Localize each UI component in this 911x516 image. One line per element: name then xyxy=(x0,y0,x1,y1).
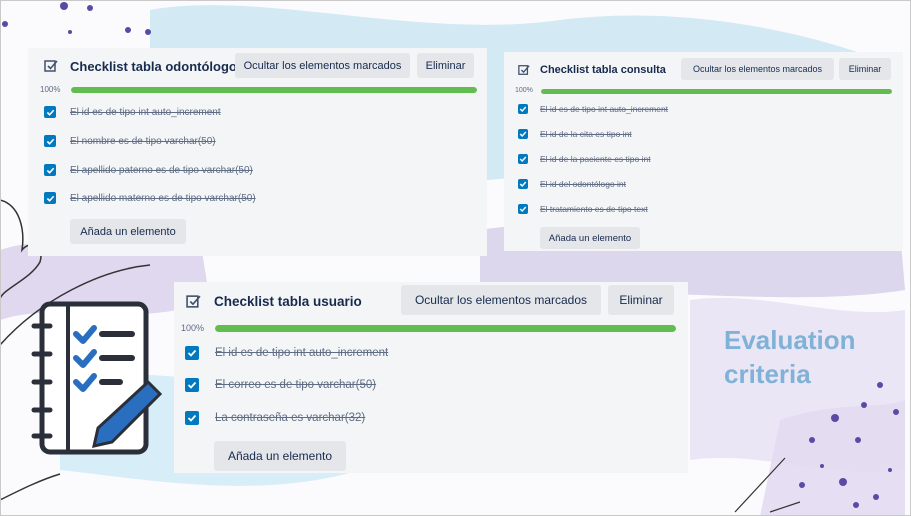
progress-bar xyxy=(215,325,676,332)
checkbox-checked-icon[interactable] xyxy=(518,104,528,114)
checklist-item[interactable]: El nombre es de tipo varchar(50) xyxy=(44,135,216,147)
delete-button[interactable]: Eliminar xyxy=(417,53,474,78)
progress-percent: 100% xyxy=(181,323,205,333)
checkbox-checked-icon[interactable] xyxy=(518,129,528,139)
add-item-button[interactable]: Añada un elemento xyxy=(70,219,186,244)
checklist-item[interactable]: El tratamiento es de tipo text xyxy=(518,204,648,214)
checkbox-checked-icon[interactable] xyxy=(185,346,199,360)
checklist-item[interactable]: El id de la cita es tipo int xyxy=(518,129,632,139)
checkbox-checked-icon[interactable] xyxy=(44,106,56,118)
add-item-button[interactable]: Añada un elemento xyxy=(214,441,346,471)
progress-bar xyxy=(541,89,892,94)
checklist-item-text: El tratamiento es de tipo text xyxy=(540,204,648,214)
checklist-title: Checklist tabla odontólogo xyxy=(70,58,237,74)
checklist-item[interactable]: El id de la paciente es tipo int xyxy=(518,154,651,164)
checkbox-checked-icon[interactable] xyxy=(44,135,56,147)
checklist-item-text: El correo es de tipo varchar(50) xyxy=(215,379,377,391)
progress-percent: 100% xyxy=(40,85,61,94)
checklist-title: Checklist tabla usuario xyxy=(214,293,362,309)
checklist-item[interactable]: El apellido materno es de tipo varchar(5… xyxy=(44,192,256,204)
checkbox-checked-icon[interactable] xyxy=(518,179,528,189)
delete-button[interactable]: Eliminar xyxy=(839,58,891,80)
checkbox-checked-icon[interactable] xyxy=(185,378,199,392)
checklist-title: Checklist tabla consulta xyxy=(540,64,666,76)
checkbox-checked-icon[interactable] xyxy=(518,204,528,214)
add-item-button[interactable]: Añada un elemento xyxy=(540,227,640,249)
checklist-item-text: El id de la paciente es tipo int xyxy=(540,154,651,164)
checklist-item-text: El id de la cita es tipo int xyxy=(540,129,632,139)
checklist-item-text: La contraseña es varchar(32) xyxy=(215,412,366,424)
checklist-item[interactable]: El id del odontólogo int xyxy=(518,179,626,189)
checklist-item-text: El apellido materno es de tipo varchar(5… xyxy=(70,192,256,204)
checklist-icon xyxy=(44,60,58,72)
checklist-card-consulta: Checklist tabla consulta Ocultar los ele… xyxy=(504,52,903,251)
evaluation-line-1: Evaluation xyxy=(724,325,856,355)
delete-button[interactable]: Eliminar xyxy=(608,285,674,315)
checkbox-checked-icon[interactable] xyxy=(185,411,199,425)
checkbox-checked-icon[interactable] xyxy=(44,192,56,204)
checklist-icon xyxy=(518,65,530,75)
checkbox-checked-icon[interactable] xyxy=(44,164,56,176)
checklist-item[interactable]: El correo es de tipo varchar(50) xyxy=(185,378,376,392)
hide-checked-button[interactable]: Ocultar los elementos marcados xyxy=(401,285,601,315)
checklist-card-usuario: Checklist tabla usuario Ocultar los elem… xyxy=(174,282,688,473)
checklist-item-text: El id es de tipo int auto_increment xyxy=(215,347,389,359)
evaluation-criteria-heading: Evaluation criteria xyxy=(724,323,855,391)
hide-checked-button[interactable]: Ocultar los elementos marcados xyxy=(235,53,410,78)
checklist-item-text: El apellido paterno es de tipo varchar(5… xyxy=(70,164,253,176)
checklist-item-text: El nombre es de tipo varchar(50) xyxy=(70,135,216,147)
checklist-item[interactable]: El id es de tipo int auto_increment xyxy=(185,346,388,360)
checkbox-checked-icon[interactable] xyxy=(518,154,528,164)
checklist-item-text: El id es de tipo int auto_increment xyxy=(540,104,669,114)
checklist-notebook-icon xyxy=(31,301,163,455)
checklist-card-odontologo: Checklist tabla odontólogo Ocultar los e… xyxy=(28,48,487,256)
hide-checked-button[interactable]: Ocultar los elementos marcados xyxy=(681,58,834,80)
checklist-item[interactable]: El id es de tipo int auto_increment xyxy=(44,106,221,118)
progress-bar xyxy=(71,87,477,93)
evaluation-line-2: criteria xyxy=(724,359,811,389)
checklist-item-text: El id del odontólogo int xyxy=(540,179,627,189)
progress-percent: 100% xyxy=(515,87,533,94)
checklist-item-text: El id es de tipo int auto_increment xyxy=(70,106,221,118)
checklist-item[interactable]: El apellido paterno es de tipo varchar(5… xyxy=(44,164,253,176)
checklist-item[interactable]: El id es de tipo int auto_increment xyxy=(518,104,668,114)
checklist-item[interactable]: La contraseña es varchar(32) xyxy=(185,411,365,425)
checklist-icon xyxy=(186,294,201,308)
